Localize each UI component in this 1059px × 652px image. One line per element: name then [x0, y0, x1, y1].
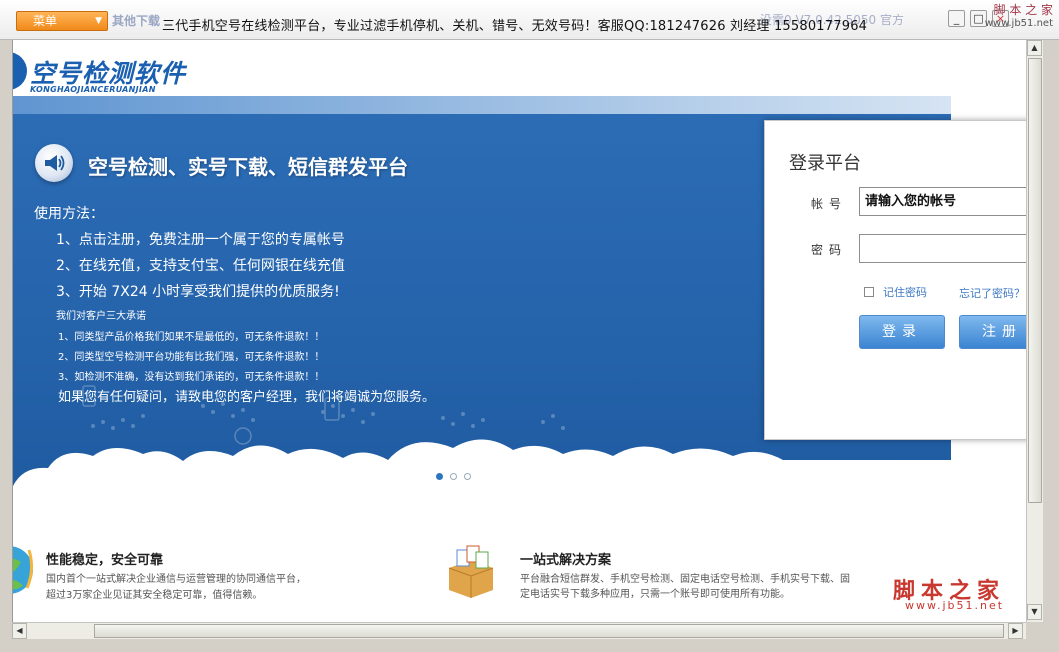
- title-ghost-text: 其他下载: [112, 14, 161, 28]
- logo: 空号检测软件 KONGHAOJIANCERUANJIAN: [13, 48, 313, 98]
- forgot-password-link[interactable]: 忘记了密码？: [959, 285, 1025, 301]
- logo-subtext: KONGHAOJIANCERUANJIAN: [30, 85, 156, 94]
- box-icon: [448, 545, 494, 598]
- remember-password[interactable]: 记住密码: [864, 284, 927, 300]
- login-panel: 登录平台 帐号 请输入您的帐号 密码 记住密码 忘记了密码？ 登录 注册: [764, 120, 1026, 440]
- feature-desc: 国内首个一站式解决企业通信与运营管理的协同通信平台，: [46, 574, 306, 585]
- remember-checkbox[interactable]: [864, 287, 874, 297]
- banner-top-strip: [13, 96, 951, 114]
- scrollbar-corner: [1026, 622, 1043, 639]
- feature-title: 性能稳定，安全可靠: [46, 553, 164, 568]
- usage-title: 使用方法：: [34, 206, 104, 222]
- slider-dots: [436, 465, 478, 484]
- feature-title: 一站式解决方案: [520, 553, 612, 568]
- scroll-down-arrow-icon[interactable]: ▼: [1027, 604, 1042, 620]
- password-label: 密码: [811, 243, 848, 257]
- vertical-scroll-thumb[interactable]: [1028, 58, 1042, 503]
- contact-line: 如果您有任何疑问，请致电您的客户经理，我们将竭诚为您服务。: [58, 390, 436, 405]
- register-button[interactable]: 注册: [959, 315, 1026, 349]
- banner-heading: 空号检测、实号下载、短信群发平台: [88, 155, 408, 179]
- usage-step: 1、点击注册，免费注册一个属于您的专属帐号: [56, 232, 345, 248]
- watermark-url: www.jb51.net: [905, 599, 1005, 612]
- login-title: 登录平台: [789, 153, 861, 174]
- horizontal-scrollbar[interactable]: ◀ ▶: [12, 622, 1026, 639]
- watermark-top: 脚 本 之 家 www.jb51.net: [985, 4, 1053, 30]
- promise-item: 2、同类型空号检测平台功能有比我们强，可无条件退款！！: [58, 352, 325, 363]
- page-viewport: 空号检测软件 KONGHAOJIANCERUANJIAN 空号检测、实号下载、短…: [12, 40, 1026, 622]
- scroll-right-arrow-icon[interactable]: ▶: [1008, 623, 1023, 639]
- slider-dot[interactable]: [436, 473, 443, 480]
- window-title-bar: 菜单 ▼ 其他下载 没需0 V7.0.42.5050 官方 三代手机空号在线检测…: [0, 0, 1059, 40]
- menu-button-label: 菜单: [33, 14, 58, 28]
- feature-desc: 定电话实号下载多种应用，只需一个账号即可使用所有功能。: [520, 589, 790, 600]
- scroll-left-arrow-icon[interactable]: ◀: [12, 623, 27, 639]
- slider-dot[interactable]: [450, 473, 457, 480]
- scroll-up-arrow-icon[interactable]: ▲: [1027, 40, 1042, 56]
- slider-dot[interactable]: [464, 473, 471, 480]
- login-button[interactable]: 登录: [859, 315, 945, 349]
- promise-item: 1、同类型产品价格我们如果不是最低的，可无条件退款！！: [58, 332, 325, 343]
- password-input[interactable]: [859, 234, 1026, 263]
- feature-desc: 超过3万家企业见证其安全稳定可靠，值得信赖。: [46, 590, 263, 601]
- window-bottom-border: [0, 639, 1059, 652]
- account-label: 帐号: [811, 197, 848, 211]
- minimize-button[interactable]: _: [948, 10, 965, 27]
- watermark-top-text: 脚 本 之 家: [993, 3, 1053, 17]
- promise-title: 我们对客户三大承诺: [56, 311, 146, 322]
- logo-mark-icon: [13, 52, 27, 90]
- window-title: 三代手机空号在线检测平台，专业过滤手机停机、关机、错号、无效号码！客服QQ:18…: [162, 19, 868, 34]
- megaphone-icon: [35, 144, 73, 182]
- feature-desc: 平台融合短信群发、手机空号检测、固定电话空号检测、手机实号下载、固: [520, 574, 850, 585]
- vertical-scrollbar[interactable]: ▲ ▼: [1026, 40, 1043, 622]
- usage-step: 2、在线充值，支持支付宝、任何网银在线充值: [56, 258, 345, 274]
- watermark-top-url: www.jb51.net: [984, 18, 1053, 29]
- chevron-down-icon: ▼: [95, 16, 102, 26]
- remember-label[interactable]: 记住密码: [883, 286, 927, 299]
- promise-item: 3、如检测不准确，没有达到我们承诺的，可无条件退款！！: [58, 372, 325, 383]
- globe-icon: [13, 546, 34, 594]
- account-input[interactable]: 请输入您的帐号: [859, 187, 1026, 216]
- horizontal-scroll-thumb[interactable]: [94, 624, 1004, 638]
- menu-button[interactable]: 菜单 ▼: [16, 11, 108, 31]
- usage-step: 3、开始 7X24 小时享受我们提供的优质服务!: [56, 284, 340, 300]
